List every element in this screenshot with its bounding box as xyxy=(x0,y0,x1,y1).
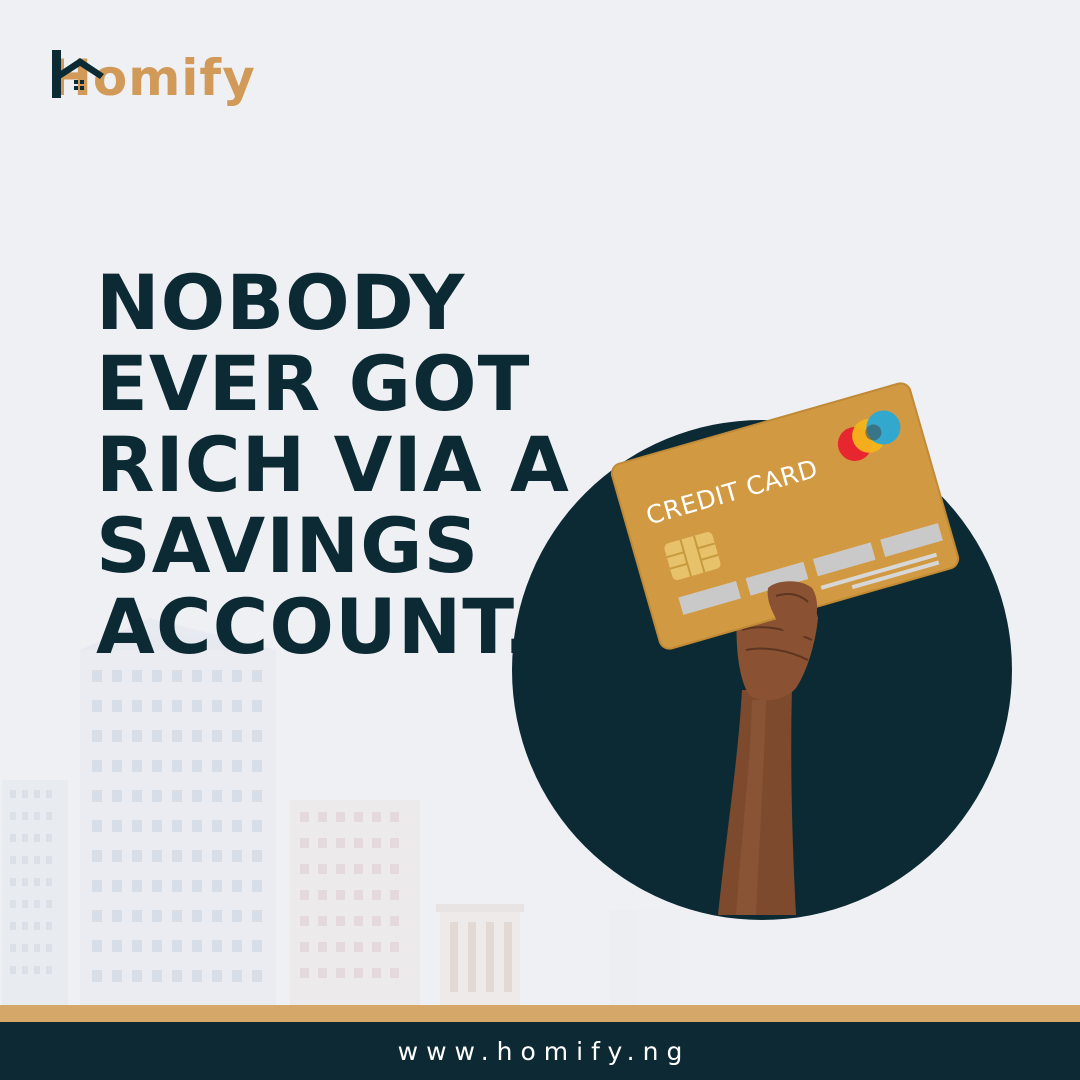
headline-line: ACCOUNT. xyxy=(96,582,534,671)
footer-bar: www.homify.ng xyxy=(0,1022,1080,1080)
footer-accent-strip xyxy=(0,1005,1080,1022)
building-middle xyxy=(290,800,420,1005)
headline-line: NOBODY xyxy=(96,258,466,347)
dark-circle-backdrop xyxy=(512,420,1012,920)
building-tower xyxy=(80,618,276,1005)
headline-line: RICH VIA A xyxy=(96,420,570,509)
headline-line: SAVINGS xyxy=(96,501,480,590)
headline: NOBODY EVER GOT RICH VIA A SAVINGS ACCOU… xyxy=(96,258,570,671)
headline-line: EVER GOT xyxy=(96,339,531,428)
website-link[interactable]: www.homify.ng xyxy=(390,1037,691,1066)
building-left xyxy=(2,780,68,1005)
building-right xyxy=(436,904,680,1005)
homify-logo[interactable]: Homify xyxy=(50,40,256,110)
house-roof-icon xyxy=(52,50,104,98)
promo-post: Homify NOBODY EVER GOT RICH VIA A SAVING… xyxy=(0,0,1080,1080)
